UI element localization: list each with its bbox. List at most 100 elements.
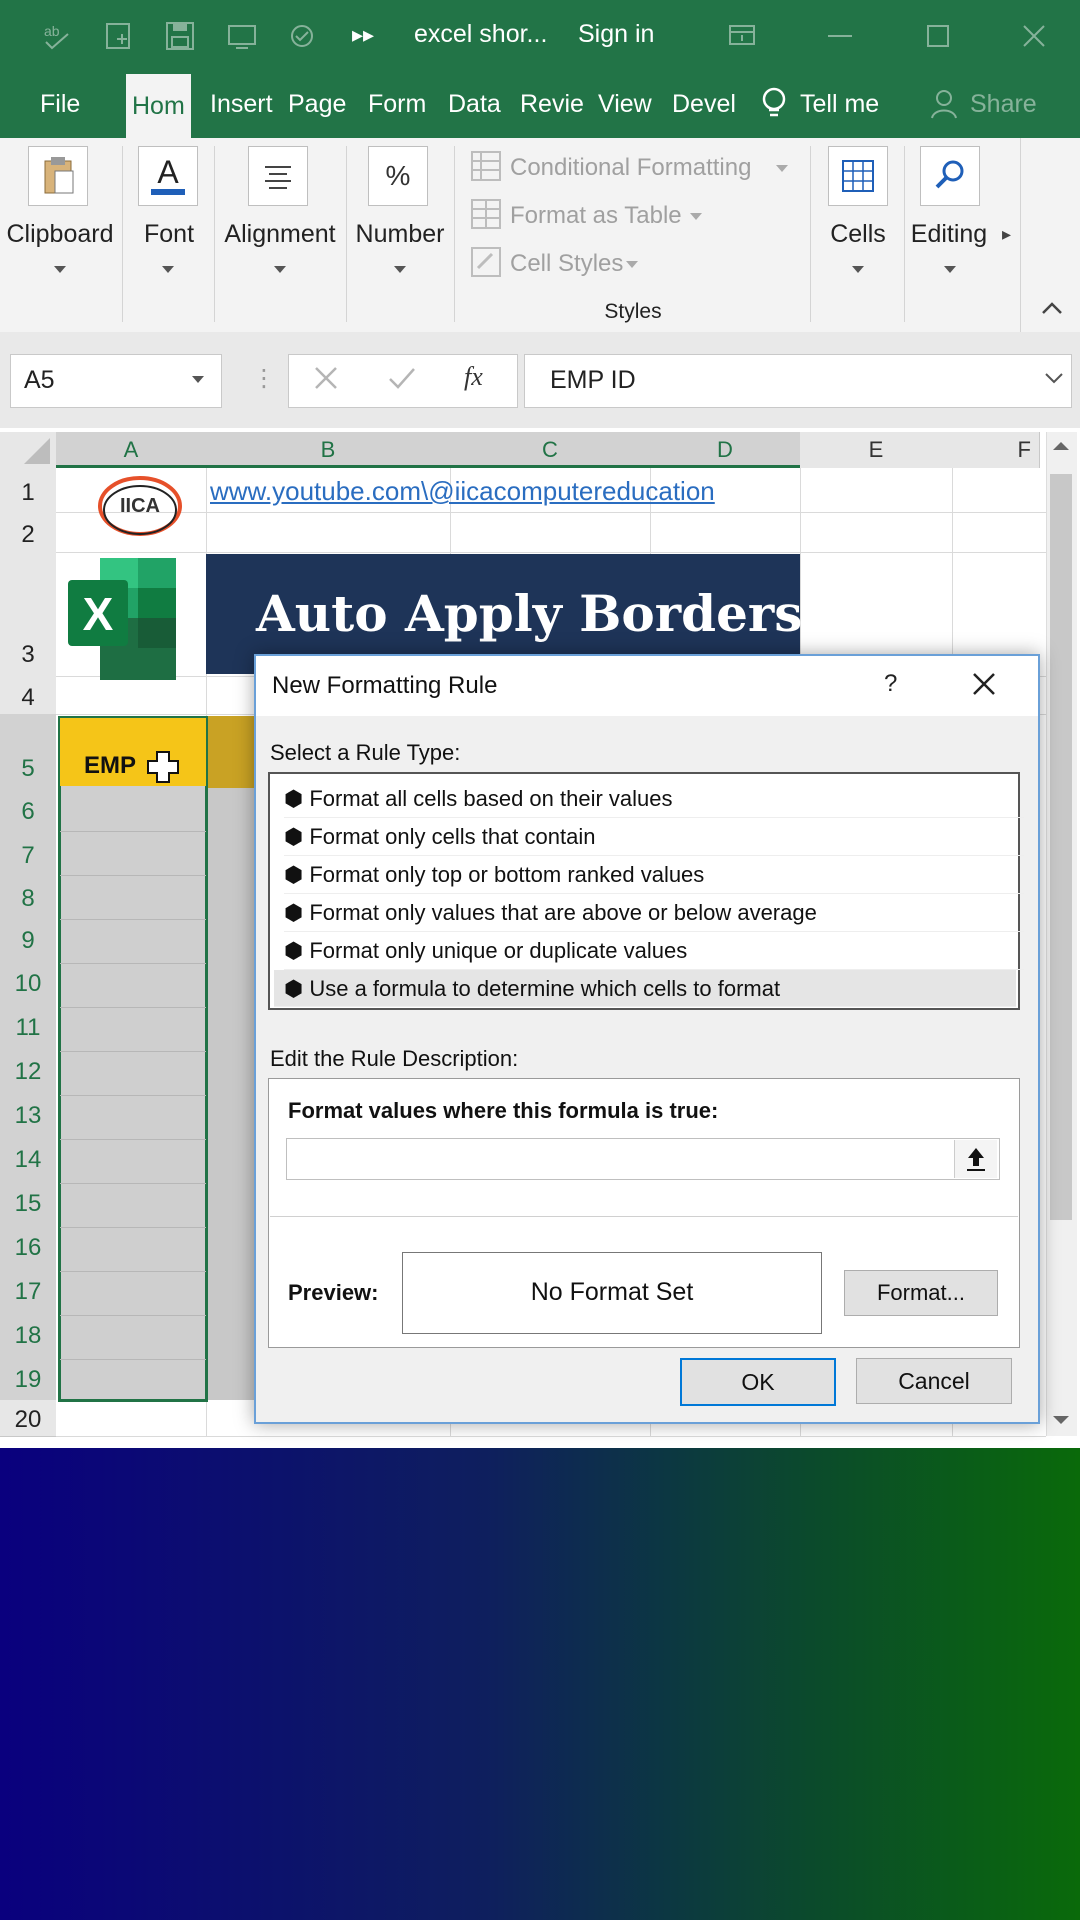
column-header-c[interactable]: C xyxy=(450,432,651,468)
cells-group-label[interactable]: Cells xyxy=(812,220,904,249)
minimize-icon[interactable] xyxy=(818,14,862,58)
tab-home[interactable]: Hom xyxy=(126,74,191,138)
expand-formula-bar-icon[interactable] xyxy=(1044,370,1064,391)
rule-type-item[interactable]: ⬢ Format only values that are above or b… xyxy=(284,894,1024,932)
selection-row-dividers xyxy=(60,788,206,1400)
alignment-group-label[interactable]: Alignment xyxy=(218,220,342,249)
share-button[interactable]: Share xyxy=(970,84,1037,124)
format-button[interactable]: Format... xyxy=(844,1270,998,1316)
row-header-5[interactable]: 5 xyxy=(0,714,56,789)
rule-type-item-selected[interactable]: ⬢ Use a formula to determine which cells… xyxy=(274,970,1016,1007)
row-header-7[interactable]: 7 xyxy=(0,832,56,877)
column-header-a[interactable]: A xyxy=(56,432,207,468)
row-header-14[interactable]: 14 xyxy=(0,1136,56,1181)
scroll-down-icon[interactable] xyxy=(1050,1410,1072,1435)
tab-file[interactable]: File xyxy=(40,84,80,124)
youtube-link[interactable]: www.youtube.com\@iicacomputereducation xyxy=(210,476,715,507)
row-header-4[interactable]: 4 xyxy=(0,676,56,715)
confirm-entry-icon[interactable] xyxy=(386,362,418,399)
ribbon-display-options-icon[interactable] xyxy=(720,14,764,58)
format-as-table-button[interactable]: Format as Table xyxy=(510,202,682,230)
name-box-dropdown-icon[interactable] xyxy=(192,376,204,383)
editing-group-label[interactable]: Editing xyxy=(906,220,992,249)
font-group-label[interactable]: Font xyxy=(124,220,214,249)
maximize-icon[interactable] xyxy=(916,14,960,58)
conditional-formatting-button[interactable]: Conditional Formatting xyxy=(510,154,751,182)
alignment-dropdown-icon[interactable] xyxy=(274,266,286,273)
font-icon[interactable]: A xyxy=(138,146,198,206)
tab-developer[interactable]: Devel xyxy=(672,84,736,124)
font-dropdown-icon[interactable] xyxy=(162,266,174,273)
tab-review[interactable]: Revie xyxy=(520,84,584,124)
customize-icon[interactable] xyxy=(286,20,318,52)
row-header-9[interactable]: 9 xyxy=(0,918,56,961)
alignment-icon[interactable] xyxy=(248,146,308,206)
row-header-16[interactable]: 16 xyxy=(0,1224,56,1269)
column-header-b[interactable]: B xyxy=(206,432,451,468)
editing-search-icon[interactable] xyxy=(920,146,980,206)
row-header-20[interactable]: 20 xyxy=(0,1400,56,1437)
tab-view[interactable]: View xyxy=(598,84,652,124)
clipboard-dropdown-icon[interactable] xyxy=(54,266,66,273)
rule-type-item[interactable]: ⬢ Format only unique or duplicate values xyxy=(284,932,1024,970)
row-header-10[interactable]: 10 xyxy=(0,960,56,1005)
ok-button[interactable]: OK xyxy=(680,1358,836,1406)
rule-type-item[interactable]: ⬢ Format all cells based on their values xyxy=(284,780,1024,818)
format-as-table-dropdown-icon[interactable] xyxy=(690,213,702,220)
clipboard-icon[interactable] xyxy=(28,146,88,206)
row-header-11[interactable]: 11 xyxy=(0,1004,56,1049)
number-dropdown-icon[interactable] xyxy=(394,266,406,273)
tab-page-layout[interactable]: Page xyxy=(288,84,346,124)
tab-data[interactable]: Data xyxy=(448,84,501,124)
clipboard-group-label[interactable]: Clipboard xyxy=(4,220,116,249)
sign-in-link[interactable]: Sign in xyxy=(578,20,654,49)
more-commands-icon[interactable]: ▸▸ xyxy=(352,22,374,48)
rule-type-item[interactable]: ⬢ Format only top or bottom ranked value… xyxy=(284,856,1024,894)
cancel-button[interactable]: Cancel xyxy=(856,1358,1012,1404)
number-format-icon[interactable]: % xyxy=(368,146,428,206)
column-header-f[interactable]: F xyxy=(952,432,1040,468)
editing-dropdown-icon[interactable] xyxy=(944,266,956,273)
row-header-18[interactable]: 18 xyxy=(0,1312,56,1357)
rule-formula-input[interactable] xyxy=(286,1138,1000,1180)
row-header-19[interactable]: 19 xyxy=(0,1356,56,1401)
row-header-2[interactable]: 2 xyxy=(0,512,56,553)
help-icon[interactable]: ? xyxy=(884,670,897,698)
cell-styles-button[interactable]: Cell Styles xyxy=(510,250,623,278)
insert-function-icon[interactable]: fx xyxy=(464,362,483,392)
collapse-dialog-icon[interactable] xyxy=(954,1140,997,1178)
row-header-8[interactable]: 8 xyxy=(0,876,56,919)
touch-mode-icon[interactable] xyxy=(226,20,258,52)
spelling-icon[interactable]: ab xyxy=(42,20,74,52)
row-header-17[interactable]: 17 xyxy=(0,1268,56,1313)
new-file-icon[interactable] xyxy=(104,20,136,52)
tab-insert[interactable]: Insert xyxy=(210,84,273,124)
cancel-entry-icon[interactable] xyxy=(310,362,342,399)
cells-dropdown-icon[interactable] xyxy=(852,266,864,273)
ribbon-scroll-right-icon[interactable]: ▸ xyxy=(1002,224,1011,245)
scroll-up-icon[interactable] xyxy=(1050,436,1072,461)
tab-formulas[interactable]: Form xyxy=(368,84,426,124)
collapse-ribbon-icon[interactable] xyxy=(1040,298,1064,323)
tell-me-search[interactable]: Tell me xyxy=(800,84,879,124)
column-header-e[interactable]: E xyxy=(800,432,953,468)
select-all-corner[interactable] xyxy=(0,432,56,468)
close-window-icon[interactable] xyxy=(1012,14,1056,58)
cell-styles-dropdown-icon[interactable] xyxy=(626,261,638,268)
row-header-6[interactable]: 6 xyxy=(0,788,56,833)
rule-type-item[interactable]: ⬢ Format only cells that contain xyxy=(284,818,1024,856)
scrollbar-thumb[interactable] xyxy=(1050,474,1072,1220)
cells-icon[interactable] xyxy=(828,146,888,206)
number-group-label[interactable]: Number xyxy=(350,220,450,249)
row-header-12[interactable]: 12 xyxy=(0,1048,56,1093)
cell-b5[interactable] xyxy=(208,716,254,788)
row-header-13[interactable]: 13 xyxy=(0,1092,56,1137)
row-header-15[interactable]: 15 xyxy=(0,1180,56,1225)
formula-bar-options-icon[interactable]: ⋮ xyxy=(252,364,276,393)
row-header-3[interactable]: 3 xyxy=(0,552,56,677)
dialog-close-icon[interactable] xyxy=(968,668,1000,705)
save-icon[interactable] xyxy=(164,20,196,52)
column-header-d[interactable]: D xyxy=(650,432,801,468)
row-header-1[interactable]: 1 xyxy=(0,468,56,513)
conditional-formatting-dropdown-icon[interactable] xyxy=(776,165,788,172)
